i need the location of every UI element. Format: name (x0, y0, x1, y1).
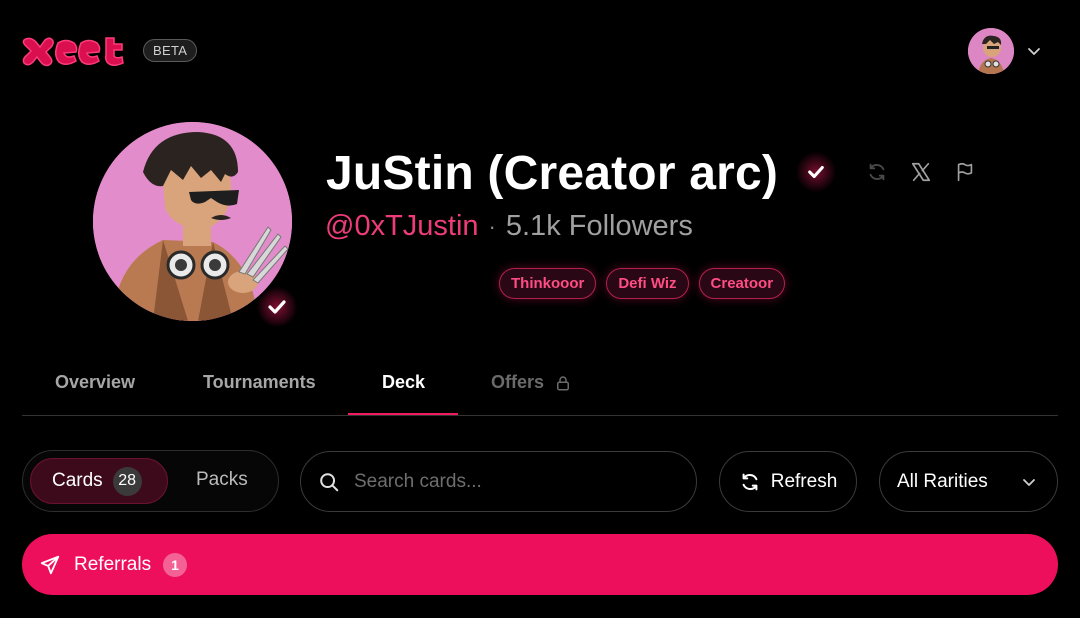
profile-tags: Thinkooor Defi Wiz Creatoor (499, 268, 786, 299)
beta-badge: BETA (143, 39, 198, 62)
refresh-profile-button[interactable] (865, 160, 889, 184)
check-badge-icon (808, 165, 824, 179)
tab-label: Offers (491, 372, 545, 392)
handle-row: @0xTJustin · 5.1k Followers (325, 210, 693, 243)
refresh-icon (869, 163, 885, 181)
referrals-label: Referrals (74, 553, 152, 575)
x-profile-link[interactable] (909, 160, 933, 184)
profile-tabs: Overview Tournaments Deck Offers (22, 360, 1058, 416)
rarity-select[interactable]: All Rarities (879, 451, 1058, 512)
tab-deck[interactable]: Deck (382, 372, 425, 393)
rarity-selected: All Rarities (897, 470, 988, 492)
tab-label: Overview (55, 372, 136, 392)
tab-label: Tournaments (203, 372, 316, 392)
cards-label: Cards (52, 470, 103, 491)
xeet-logo[interactable] (22, 34, 132, 68)
profile-name: JuStin (Creator arc) (326, 147, 779, 200)
tag-thinkooor: Thinkooor (499, 268, 597, 299)
search-input[interactable] (354, 470, 654, 493)
flag-icon (957, 162, 973, 182)
name-verified-badge (796, 152, 836, 192)
profile-handle[interactable]: @0xTJustin (325, 210, 479, 243)
tag-defi-wiz: Defi Wiz (606, 268, 689, 299)
tab-tournaments[interactable]: Tournaments (203, 372, 316, 393)
x-logo-icon (911, 162, 931, 182)
separator-dot: · (488, 213, 496, 239)
packs-toggle[interactable]: Packs (196, 469, 248, 491)
tag-creatoor: Creatoor (698, 268, 786, 299)
chevron-down-icon (1023, 479, 1035, 486)
cards-packs-toggle: Cards 28 Packs (22, 450, 279, 512)
cards-toggle[interactable]: Cards 28 (30, 458, 168, 504)
tab-offers[interactable]: Offers (491, 372, 572, 393)
lock-icon (557, 375, 570, 390)
profile-avatar (93, 122, 292, 321)
cards-count-badge: 28 (112, 466, 142, 496)
followers-count: 5.1k Followers (505, 210, 693, 242)
search-icon (320, 472, 339, 491)
refresh-label: Refresh (770, 470, 838, 492)
avatar (968, 28, 1014, 74)
tab-overview[interactable]: Overview (55, 372, 135, 393)
report-button[interactable] (953, 160, 977, 184)
check-badge-icon (268, 300, 286, 314)
tab-label: Deck (382, 372, 426, 392)
verified-badge (257, 287, 297, 327)
active-tab-indicator (348, 413, 458, 415)
send-icon (40, 555, 60, 574)
chevron-down-icon (1028, 48, 1040, 55)
referrals-bar[interactable]: Referrals 1 (22, 534, 1058, 595)
search-box (300, 451, 697, 512)
referrals-count-badge: 1 (163, 552, 188, 577)
user-menu[interactable] (968, 28, 1050, 74)
refresh-button[interactable]: Refresh (719, 451, 857, 512)
refresh-icon (742, 473, 758, 490)
